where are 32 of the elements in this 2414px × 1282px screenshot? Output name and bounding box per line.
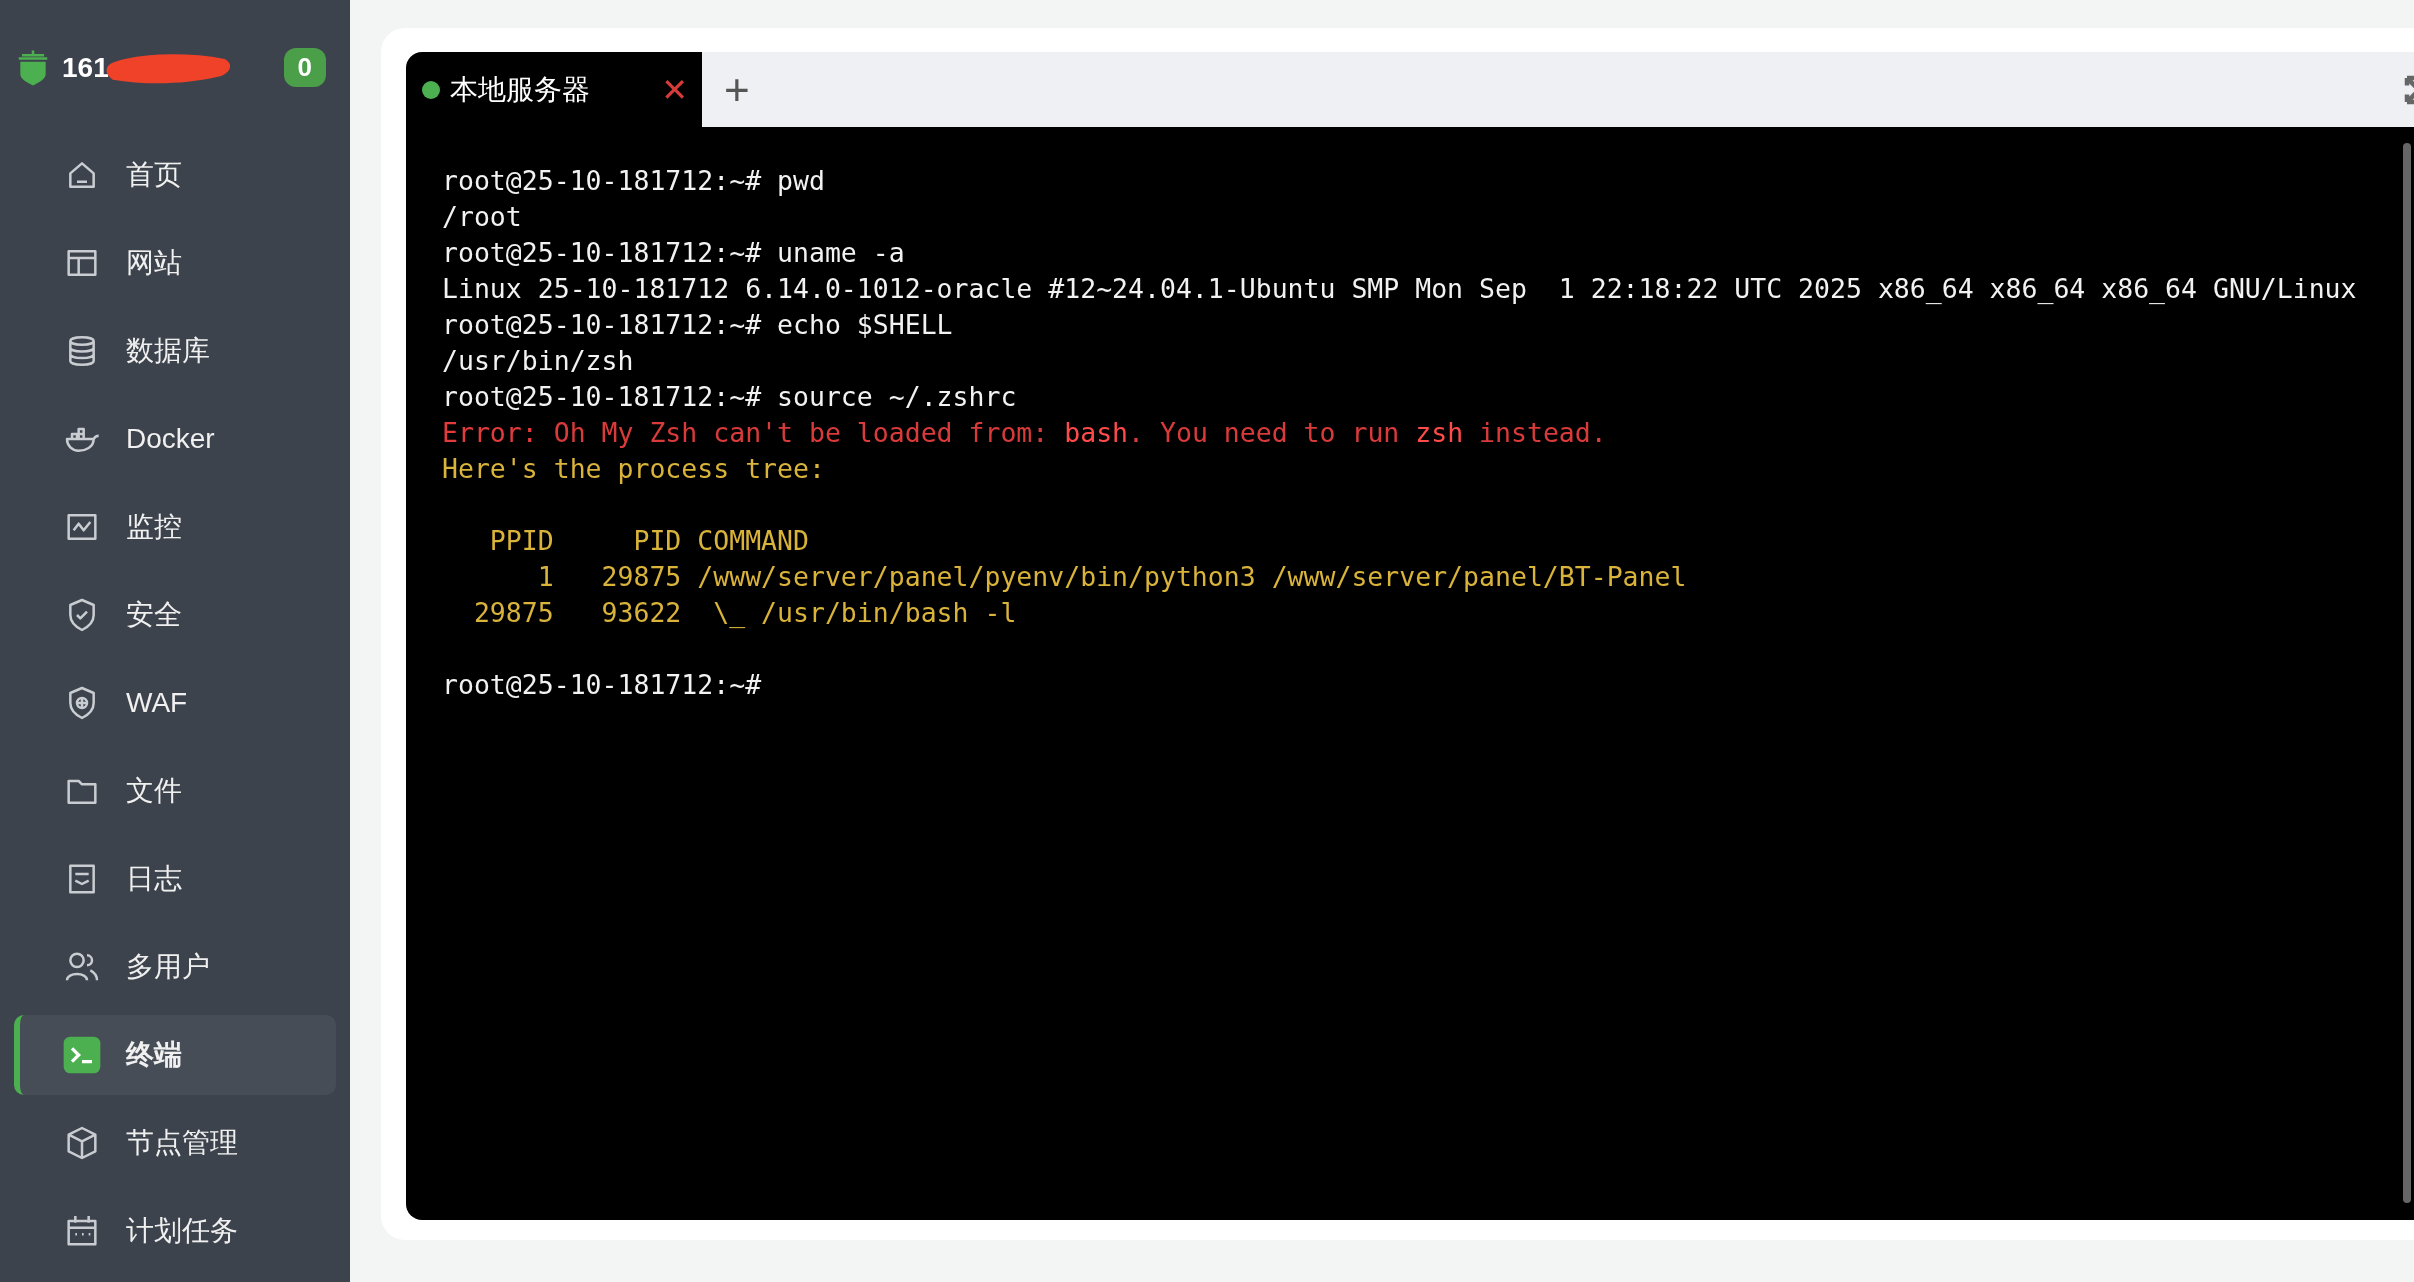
terminal-icon xyxy=(62,1035,102,1075)
sidebar-item[interactable]: 安全 xyxy=(14,575,336,655)
sidebar-item[interactable]: 数据库 xyxy=(14,311,336,391)
sidebar-item[interactable]: 首页 xyxy=(14,135,336,215)
host-address: 161 xyxy=(62,51,109,84)
sidebar-item[interactable]: Docker xyxy=(14,399,336,479)
terminal-line: Linux 25-10-181712 6.14.0-1012-oracle #12~24.04.1-Ubuntu SMP Mon Sep 1 22:18:22 UTC 2025 x86_64 x86_64 x86_64 GNU/Linux xyxy=(442,273,2357,304)
terminal-line: /root xyxy=(442,201,522,232)
terminal-line: root@25-10-181712:~# uname -a xyxy=(442,237,905,268)
terminal-line: Error: Oh My Zsh can't be loaded from: bash. You need to run zsh instead. xyxy=(442,417,1607,448)
terminal-line: 29875 93622 \_ /usr/bin/bash -l xyxy=(472,597,1017,628)
terminal-line: root@25-10-181712:~# xyxy=(442,669,762,700)
terminal-line: 1 29875 /www/server/panel/pyenv/bin/python3 /www/server/panel/BT-Panel xyxy=(536,561,1687,592)
sidebar-item[interactable]: 节点管理 xyxy=(14,1103,336,1183)
sidebar-item[interactable]: 多用户 xyxy=(14,927,336,1007)
terminal-line: /usr/bin/zsh xyxy=(442,345,634,376)
terminal-line: root@25-10-181712:~# pwd xyxy=(442,165,825,196)
terminal-line: PPID PID COMMAND xyxy=(488,525,809,556)
sidebar-item[interactable]: WAF xyxy=(14,663,336,743)
add-tab-button[interactable]: + xyxy=(724,67,750,112)
sidebar-item[interactable]: 网站 xyxy=(14,223,336,303)
sidebar-item[interactable]: 日志 xyxy=(14,839,336,919)
sidebar-item[interactable]: 监控 xyxy=(14,487,336,567)
sidebar-item[interactable]: 终端 xyxy=(14,1015,336,1095)
close-button[interactable]: ✕ xyxy=(661,70,688,109)
terminal-line: root@25-10-181712:~# source ~/.zshrc xyxy=(442,381,1017,412)
sidebar-item[interactable]: 计划任务 xyxy=(14,1191,336,1271)
scrollbar[interactable] xyxy=(2403,143,2411,1203)
terminal-line: Here's the process tree: xyxy=(442,453,825,484)
sidebar-item[interactable]: 文件 xyxy=(14,751,336,831)
terminal-line: root@25-10-181712:~# echo $SHELL xyxy=(442,309,953,340)
terminal-tab[interactable]: 本地服务器 ✕ xyxy=(406,52,702,127)
